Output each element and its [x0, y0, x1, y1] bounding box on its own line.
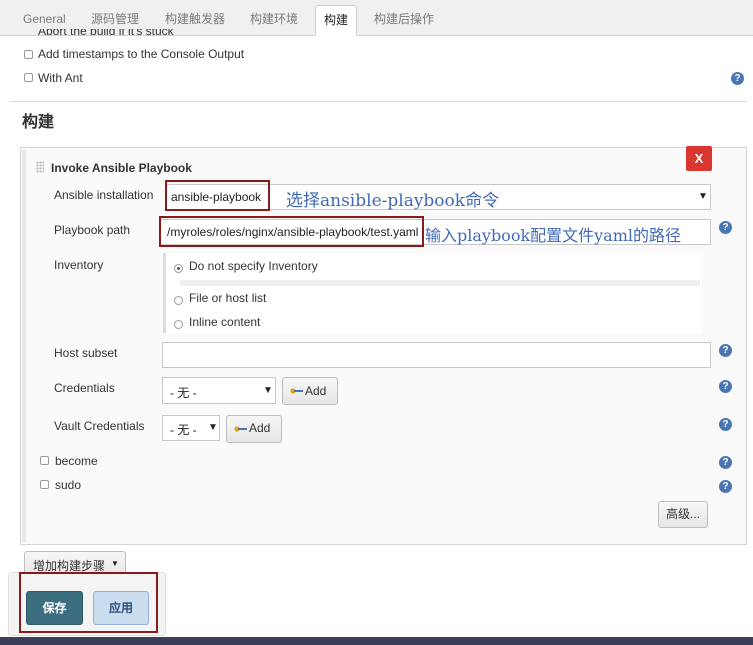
abort-stuck-label-partial: Abort the build if it's stuck	[38, 29, 198, 35]
credentials-label: Credentials	[54, 381, 115, 395]
with-ant-checkbox[interactable]	[24, 73, 33, 82]
playbook-path-label: Playbook path	[54, 223, 131, 237]
tab-build-environment[interactable]: 构建环境	[250, 8, 298, 30]
become-label: become	[55, 454, 98, 468]
add-vault-credentials-label: Add	[249, 421, 271, 435]
inventory-file-radio[interactable]	[174, 296, 183, 305]
build-section-title: 构建	[22, 114, 55, 131]
host-subset-input[interactable]	[162, 342, 711, 368]
inventory-inline-label: Inline content	[189, 315, 261, 329]
timestamps-checkbox[interactable]	[24, 50, 33, 59]
tab-post-build[interactable]: 构建后操作	[374, 8, 434, 30]
inventory-none-label: Do not specify Inventory	[189, 259, 318, 273]
tab-source-management[interactable]: 源码管理	[91, 8, 139, 30]
chevron-down-icon: ▼	[208, 422, 218, 433]
credentials-value: - 无 -	[170, 386, 197, 400]
help-icon[interactable]: ?	[719, 344, 732, 357]
host-subset-label: Host subset	[54, 346, 118, 360]
help-icon[interactable]: ?	[719, 456, 732, 469]
tab-build-triggers[interactable]: 构建触发器	[165, 8, 225, 30]
taskbar	[0, 637, 753, 645]
add-credentials-label: Add	[305, 384, 327, 398]
tab-general[interactable]: General	[23, 8, 66, 30]
sudo-label: sudo	[55, 478, 82, 492]
annotation-installation: 选择ansible-playbook命令	[286, 191, 500, 211]
annotation-box-playbook	[159, 216, 424, 247]
section-divider	[10, 101, 747, 102]
key-icon	[290, 388, 303, 394]
sudo-checkbox[interactable]	[40, 480, 49, 489]
inventory-label: Inventory	[54, 258, 104, 272]
help-icon[interactable]: ?	[719, 480, 732, 493]
tab-build[interactable]: 构建	[315, 5, 358, 36]
annotation-box-installation	[165, 180, 270, 211]
chevron-down-icon: ▼	[263, 385, 273, 396]
annotation-box-save	[19, 572, 158, 633]
drag-handle-icon[interactable]	[36, 161, 44, 173]
key-icon	[234, 426, 247, 432]
annotation-playbook: 输入playbook配置文件yaml的路径	[425, 226, 682, 245]
delete-step-button[interactable]: X	[686, 146, 712, 171]
inventory-inline-radio[interactable]	[174, 320, 183, 329]
inventory-none-radio[interactable]	[174, 264, 183, 273]
help-icon[interactable]: ?	[719, 380, 732, 393]
vault-credentials-value: - 无 -	[170, 423, 197, 437]
become-checkbox[interactable]	[40, 456, 49, 465]
help-icon[interactable]: ?	[719, 418, 732, 431]
vault-credentials-label: Vault Credentials	[54, 419, 145, 433]
timestamps-label: Add timestamps to the Console Output	[38, 47, 245, 61]
with-ant-label: With Ant	[38, 71, 83, 85]
advanced-button[interactable]: 高级...	[658, 501, 708, 528]
chevron-down-icon: ▼	[698, 191, 708, 202]
help-icon[interactable]: ?	[719, 221, 732, 234]
step-title: Invoke Ansible Playbook	[51, 161, 192, 175]
step-drag-rail	[22, 150, 26, 542]
ansible-installation-label: Ansible installation	[54, 188, 154, 202]
inventory-file-label: File or host list	[189, 291, 267, 305]
help-icon[interactable]: ?	[731, 72, 744, 85]
chevron-down-icon: ▼	[111, 559, 119, 568]
inventory-divider	[180, 280, 700, 286]
